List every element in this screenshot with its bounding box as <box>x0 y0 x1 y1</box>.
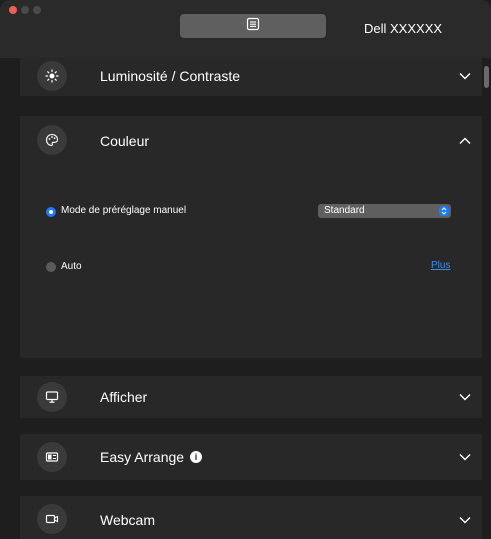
list-document-icon <box>246 17 260 36</box>
more-link[interactable]: Plus <box>431 260 450 271</box>
section-title-brightness: Luminosité / Contraste <box>100 68 241 84</box>
manual-preset-label: Mode de préréglage manuel <box>61 205 187 216</box>
section-easy-arrange[interactable]: Easy Arrange i <box>20 434 482 480</box>
monitor-name: Dell XXXXXX <box>364 21 443 36</box>
close-window-button[interactable] <box>9 6 17 14</box>
preset-mode-select[interactable]: Standard <box>318 204 451 218</box>
section-display[interactable]: Afficher <box>20 376 482 418</box>
chevron-down-icon[interactable] <box>458 69 472 83</box>
section-webcam[interactable]: Webcam <box>20 496 482 539</box>
palette-icon <box>37 125 67 155</box>
minimize-window-button[interactable] <box>21 6 29 14</box>
section-title-easy-arrange: Easy Arrange <box>100 449 185 465</box>
preset-mode-value: Standard <box>324 205 365 216</box>
up-down-arrows-icon <box>439 206 449 216</box>
scrollbar-thumb[interactable] <box>484 66 489 88</box>
auto-label: Auto <box>61 261 82 272</box>
chevron-down-icon[interactable] <box>458 513 472 527</box>
section-color: Couleur Mode de préréglage manuel Standa… <box>20 116 482 358</box>
chevron-up-icon[interactable] <box>458 134 472 148</box>
zoom-window-button[interactable] <box>33 6 41 14</box>
section-title-display: Afficher <box>100 389 148 405</box>
auto-radio[interactable] <box>46 262 56 272</box>
app-window: Dell XXXXXX Luminosité / Contraste Coule… <box>0 0 491 539</box>
section-brightness[interactable]: Luminosité / Contraste <box>20 58 482 96</box>
section-title-color: Couleur <box>100 133 150 149</box>
manual-preset-radio[interactable] <box>46 207 56 217</box>
monitor-icon <box>37 382 67 412</box>
sun-icon <box>37 61 67 91</box>
settings-list: Luminosité / Contraste Couleur Mode de p… <box>0 58 491 539</box>
layout-icon <box>37 442 67 472</box>
info-icon[interactable]: i <box>190 451 202 463</box>
title-bar: Dell XXXXXX <box>0 0 491 58</box>
chevron-down-icon[interactable] <box>458 390 472 404</box>
chevron-down-icon[interactable] <box>458 450 472 464</box>
camera-icon <box>37 504 67 534</box>
menu-tab-button[interactable] <box>180 14 326 38</box>
section-title-webcam: Webcam <box>100 512 155 528</box>
